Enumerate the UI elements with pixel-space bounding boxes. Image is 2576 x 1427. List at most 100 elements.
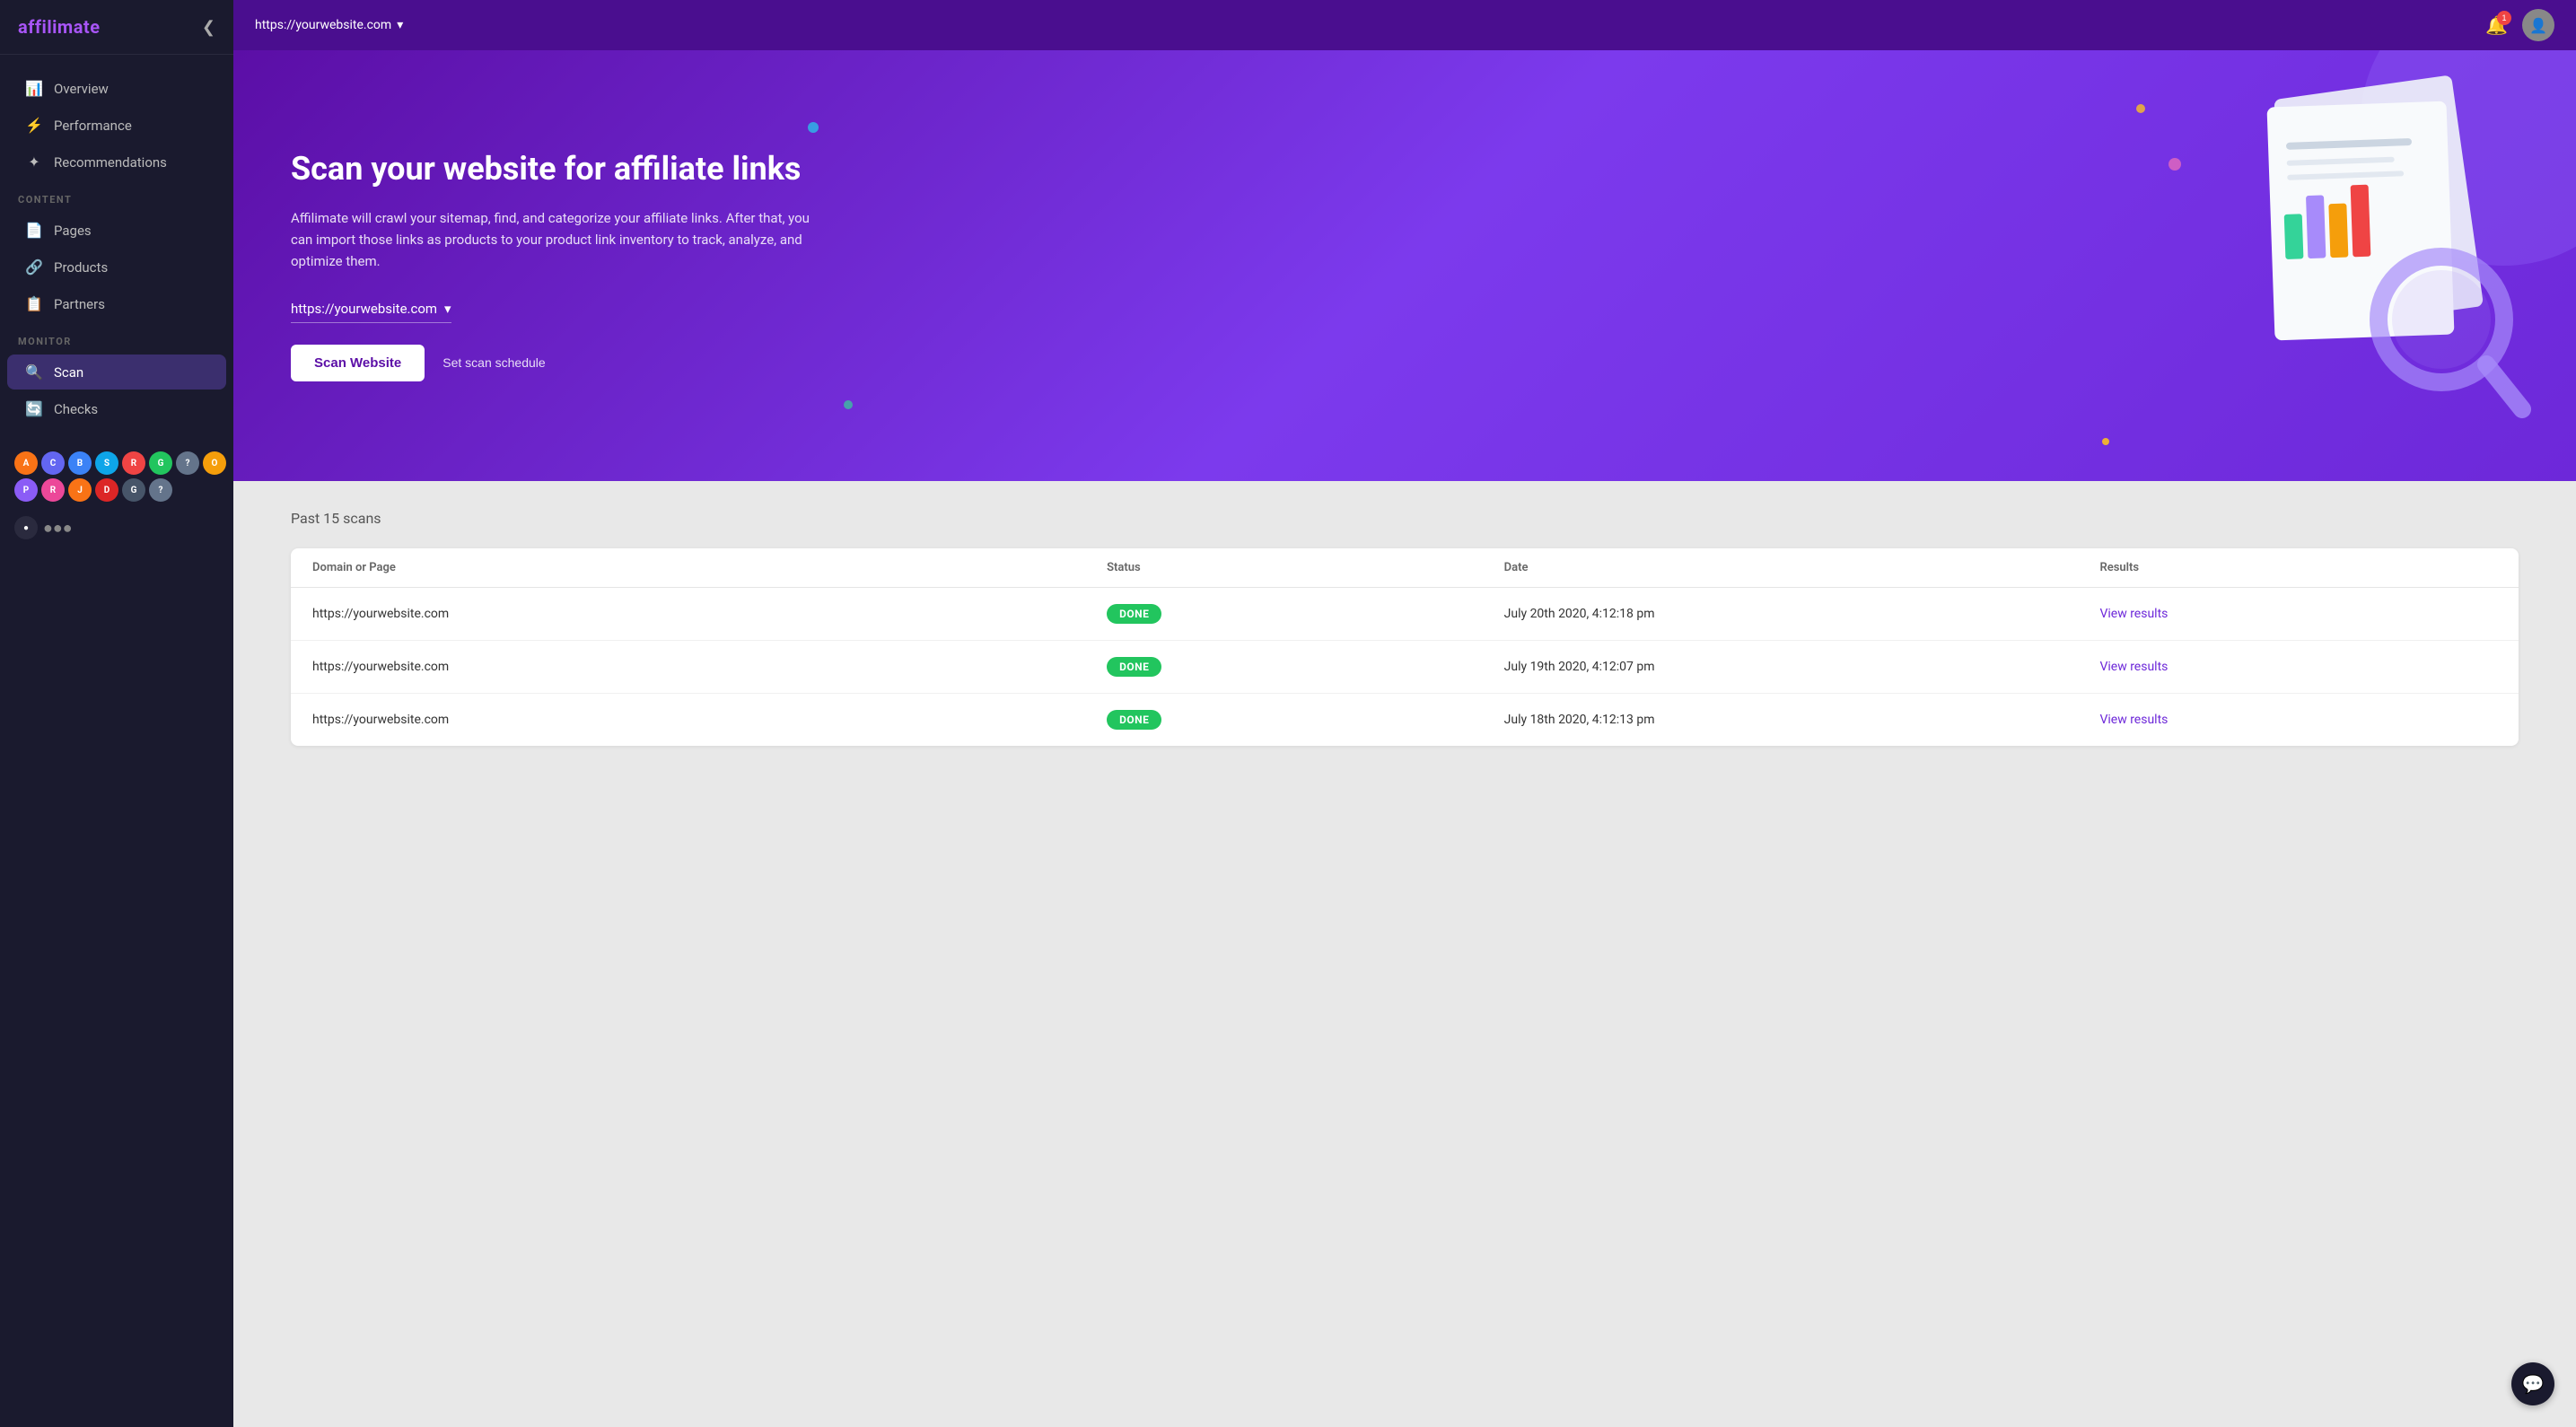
collapse-icon: ❮	[202, 18, 215, 36]
content-section-label: CONTENT	[0, 181, 233, 211]
sidebar-collapse-button[interactable]: ❮	[202, 18, 215, 37]
sidebar-item-label: Scan	[54, 364, 83, 381]
hero-content: Scan your website for affiliate links Af…	[291, 150, 829, 381]
partner-icon-g[interactable]: G	[149, 451, 172, 475]
sidebar-item-pages[interactable]: 📄 Pages	[7, 213, 226, 248]
hero-description: Affilimate will crawl your sitemap, find…	[291, 207, 829, 272]
sidebar-item-recommendations[interactable]: ✦ Recommendations	[7, 144, 226, 179]
sidebar-nav: 📊 Overview ⚡ Performance ✦ Recommendatio…	[0, 55, 233, 442]
sidebar-header: affilimate ❮	[0, 0, 233, 55]
topbar-url-text: https://yourwebsite.com	[255, 18, 391, 32]
overview-icon: 📊	[25, 80, 43, 97]
topbar-url-selector[interactable]: https://yourwebsite.com ▾	[255, 18, 403, 32]
partner-icon-b[interactable]: B	[68, 451, 92, 475]
notification-badge: 1	[2497, 11, 2511, 25]
partner-icon-q[interactable]: ?	[176, 451, 199, 475]
decorative-dot	[2136, 104, 2145, 113]
sidebar-item-partners[interactable]: 📋 Partners	[7, 286, 226, 321]
col-header-date: Date	[1504, 561, 2100, 574]
set-scan-schedule-button[interactable]: Set scan schedule	[442, 355, 545, 370]
status-badge: DONE	[1107, 657, 1161, 677]
table-header: Domain or Page Status Date Results	[291, 548, 2519, 588]
scan-icon: 🔍	[25, 363, 43, 381]
sidebar-item-label: Partners	[54, 296, 105, 312]
user-avatar[interactable]: 👤	[2522, 9, 2554, 41]
partner-icon-orange2[interactable]: O	[203, 451, 226, 475]
table-row: https://yourwebsite.com DONE July 19th 2…	[291, 641, 2519, 694]
partners-more-row: ● ●●●	[0, 511, 233, 554]
col-header-domain: Domain or Page	[312, 561, 1107, 574]
recommendations-icon: ✦	[25, 153, 43, 171]
sidebar-item-label: Performance	[54, 118, 132, 134]
hero-section: Scan your website for affiliate links Af…	[233, 50, 2576, 481]
table-row: https://yourwebsite.com DONE July 20th 2…	[291, 588, 2519, 641]
partners-icon: 📋	[25, 295, 43, 312]
view-results-link[interactable]: View results	[2099, 607, 2497, 621]
scan-date: July 18th 2020, 4:12:13 pm	[1504, 713, 2100, 727]
partner-icon-amazon[interactable]: A	[14, 451, 38, 475]
partner-icon-red[interactable]: R	[122, 451, 145, 475]
scan-domain: https://yourwebsite.com	[312, 713, 1107, 727]
hero-illustration	[2199, 68, 2540, 445]
scans-section-title: Past 15 scans	[291, 510, 2519, 527]
scan-rows-container: https://yourwebsite.com DONE July 20th 2…	[291, 588, 2519, 746]
more-partners-icon[interactable]: ●●●	[43, 519, 73, 538]
sidebar-item-products[interactable]: 🔗 Products	[7, 250, 226, 285]
app-logo: affilimate	[18, 16, 101, 38]
sidebar-item-label: Pages	[54, 223, 92, 239]
col-header-status: Status	[1107, 561, 1504, 574]
monitor-section-label: MONITOR	[0, 323, 233, 353]
products-icon: 🔗	[25, 258, 43, 276]
sidebar-item-performance[interactable]: ⚡ Performance	[7, 108, 226, 143]
decorative-dot	[2102, 438, 2109, 445]
topbar-dropdown-icon: ▾	[397, 18, 403, 32]
table-row: https://yourwebsite.com DONE July 18th 2…	[291, 694, 2519, 746]
partner-icon-j[interactable]: J	[68, 478, 92, 502]
sidebar-item-label: Overview	[54, 81, 109, 97]
partner-icon-p2[interactable]: P	[14, 478, 38, 502]
performance-icon: ⚡	[25, 117, 43, 134]
scans-table: Domain or Page Status Date Results https…	[291, 548, 2519, 746]
sidebar-item-checks[interactable]: 🔄 Checks	[7, 391, 226, 426]
hero-url-label: https://yourwebsite.com	[291, 301, 437, 317]
hero-actions: Scan Website Set scan schedule	[291, 345, 829, 381]
scan-date: July 19th 2020, 4:12:07 pm	[1504, 660, 2100, 674]
scan-domain: https://yourwebsite.com	[312, 607, 1107, 621]
partner-icon-dark[interactable]: D	[95, 478, 118, 502]
partner-icon-cj[interactable]: C	[41, 451, 65, 475]
checks-icon: 🔄	[25, 400, 43, 417]
decorative-dot	[808, 122, 819, 133]
view-results-link[interactable]: View results	[2099, 660, 2497, 674]
avatar-icon: 👤	[2529, 17, 2547, 34]
hero-url-select[interactable]: https://yourwebsite.com ▾	[291, 301, 451, 323]
scan-date: July 20th 2020, 4:12:18 pm	[1504, 607, 2100, 621]
sidebar-item-scan[interactable]: 🔍 Scan	[7, 355, 226, 390]
pages-icon: 📄	[25, 222, 43, 239]
topbar-actions: 🔔 1 👤	[2485, 9, 2554, 41]
logo-text: affilimate	[18, 16, 101, 38]
view-results-link[interactable]: View results	[2099, 713, 2497, 727]
decorative-dot	[2169, 158, 2181, 171]
partner-icon-r2[interactable]: R	[41, 478, 65, 502]
hero-title: Scan your website for affiliate links	[291, 150, 829, 188]
chat-button[interactable]: 💬	[2511, 1362, 2554, 1405]
scans-section: Past 15 scans Domain or Page Status Date…	[233, 481, 2576, 1427]
status-badge: DONE	[1107, 604, 1161, 624]
partner-more-circle[interactable]: ●	[14, 516, 38, 539]
scan-website-button[interactable]: Scan Website	[291, 345, 425, 381]
sidebar-item-overview[interactable]: 📊 Overview	[7, 71, 226, 106]
sidebar-item-label: Recommendations	[54, 154, 167, 171]
partner-icon-g2[interactable]: G	[122, 478, 145, 502]
scan-domain: https://yourwebsite.com	[312, 660, 1107, 674]
partner-icon-q2[interactable]: ?	[149, 478, 172, 502]
main-content: https://yourwebsite.com ▾ 🔔 1 👤 Scan you…	[233, 0, 2576, 1427]
topbar: https://yourwebsite.com ▾ 🔔 1 👤	[233, 0, 2576, 50]
hero-url-dropdown-icon: ▾	[444, 301, 451, 317]
partners-grid: ACBSRG?OPRJDG?	[0, 442, 233, 511]
sidebar: affilimate ❮ 📊 Overview ⚡ Performance ✦ …	[0, 0, 233, 1427]
notifications-button[interactable]: 🔔 1	[2485, 14, 2508, 37]
col-header-results: Results	[2099, 561, 2497, 574]
sidebar-item-label: Products	[54, 259, 108, 276]
status-badge: DONE	[1107, 710, 1161, 730]
partner-icon-skimlinks[interactable]: S	[95, 451, 118, 475]
